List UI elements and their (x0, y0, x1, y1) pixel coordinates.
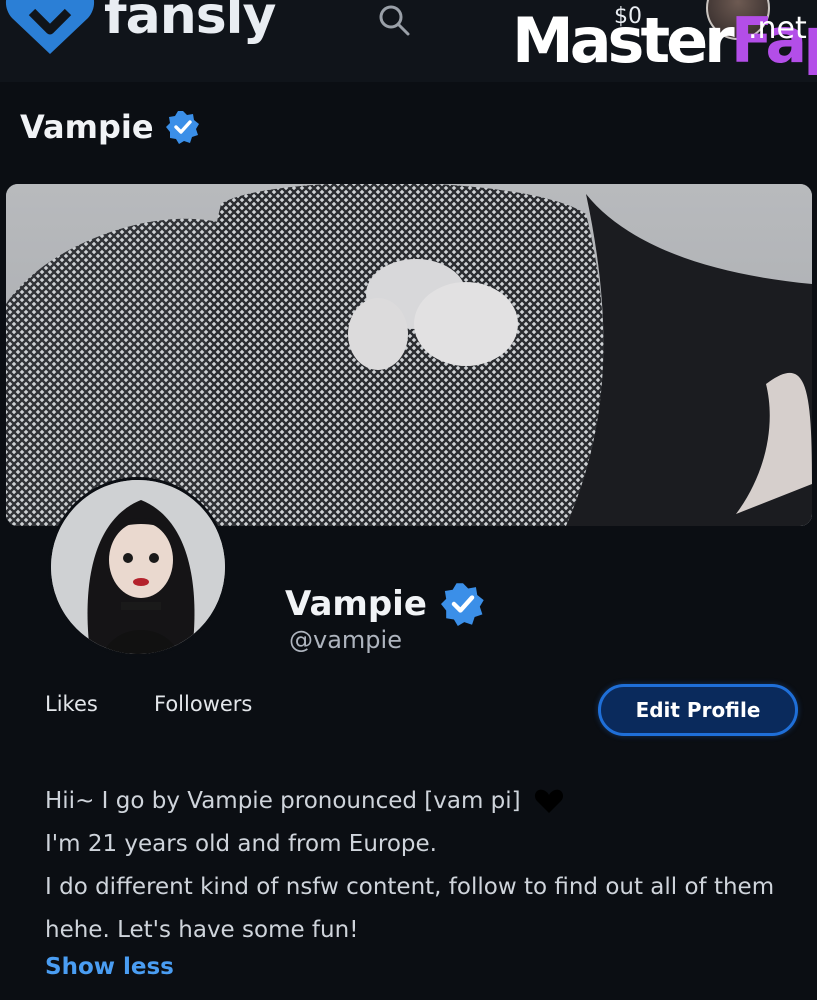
stat-likes[interactable]: Likes (45, 692, 98, 716)
profile-avatar[interactable] (48, 477, 228, 657)
black-heart-icon (534, 789, 564, 813)
fansly-heart-logo-icon[interactable] (2, 0, 98, 58)
page-title: Vampie (20, 108, 200, 146)
top-bar: fansly $0 MasterFap .net (0, 0, 817, 82)
bio-line-4: hehe. Let's have some fun! (45, 917, 359, 943)
search-icon[interactable] (376, 2, 412, 38)
edit-profile-button[interactable]: Edit Profile (598, 684, 798, 736)
profile-bio: Hii~ I go by Vampie pronounced [vam pi] … (45, 780, 805, 952)
show-less-link[interactable]: Show less (45, 954, 174, 980)
banner-image (6, 184, 812, 526)
bio-line-2: I'm 21 years old and from Europe. (45, 831, 437, 857)
brand-name[interactable]: fansly (104, 0, 276, 46)
profile-name: Vampie (285, 582, 485, 626)
profile-banner (6, 184, 812, 526)
bio-line-1: Hii~ I go by Vampie pronounced [vam pi] (45, 780, 805, 823)
profile-handle: @vampie (289, 626, 402, 654)
watermark-part1: Master (512, 4, 735, 77)
page-title-text: Vampie (20, 108, 154, 146)
verified-badge-icon (165, 111, 199, 144)
stat-followers[interactable]: Followers (154, 692, 252, 716)
avatar-image (51, 480, 225, 654)
verified-badge-icon (440, 583, 484, 626)
bio-line-3: I do different kind of nsfw content, fol… (45, 874, 775, 900)
watermark: MasterFap .net (512, 10, 817, 72)
watermark-suffix: .net (748, 11, 807, 46)
profile-display-name: Vampie (285, 584, 427, 624)
